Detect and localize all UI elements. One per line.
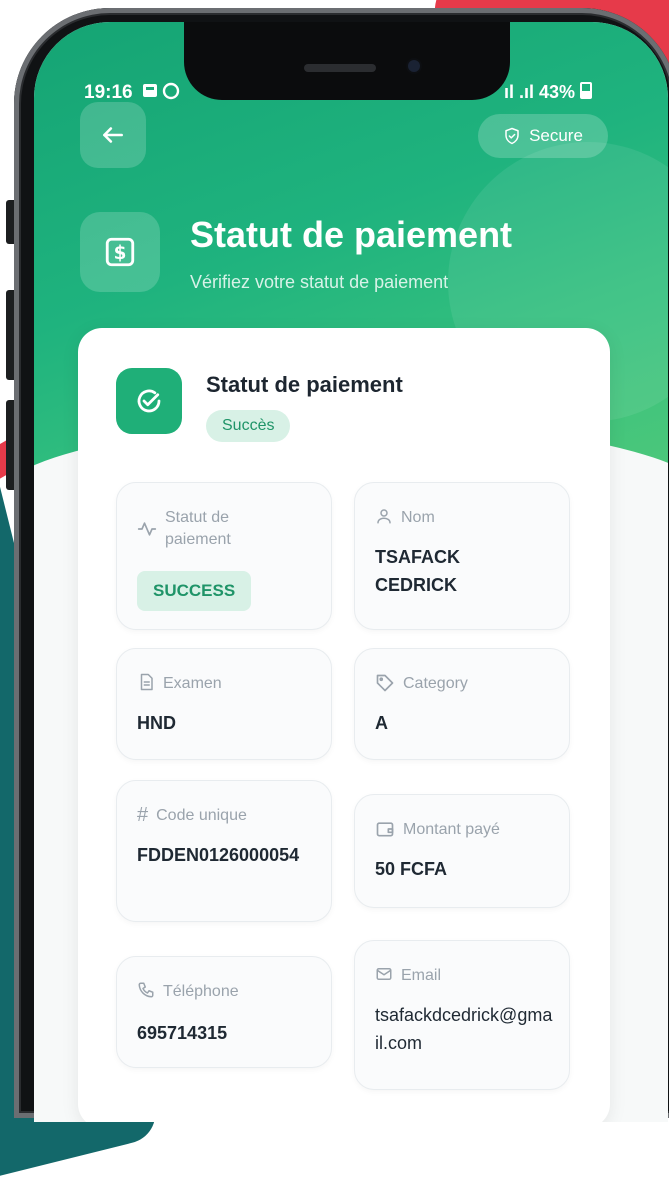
tag-icon (376, 674, 394, 692)
tile-statut-label: Statut de paiement (165, 509, 231, 548)
check-circle-icon (137, 389, 161, 413)
arrow-left-icon (103, 127, 123, 143)
phone-notch (184, 22, 510, 100)
status-right: ıl .ıl 43% (504, 82, 593, 103)
tile-montant-label: Montant payé (403, 821, 500, 838)
battery-icon (580, 82, 593, 99)
tile-telephone-value: 695714315 (137, 1023, 228, 1043)
tile-category-value: A (375, 713, 388, 733)
tile-category: Category A (354, 648, 570, 760)
card-status-icon (116, 368, 182, 434)
secure-badge: Secure (478, 114, 608, 158)
header-icon: $ (80, 212, 160, 292)
phone-speaker (304, 64, 376, 72)
tile-examen: Examen HND (116, 648, 332, 760)
tile-statut: Statut de paiement SUCCESS (116, 482, 332, 630)
tile-statut-header: Statut de paiement (137, 507, 265, 551)
activity-icon (137, 522, 157, 536)
page-subtitle: Vérifiez votre statut de paiement (190, 272, 449, 292)
wallet-icon (376, 822, 394, 837)
secure-label: Secure (529, 126, 583, 145)
tile-email-header: Email (375, 965, 441, 987)
tile-examen-header: Examen (137, 673, 222, 695)
tile-examen-label: Examen (163, 675, 222, 692)
svg-text:$: $ (114, 243, 127, 264)
tile-statut-value: SUCCESS (137, 571, 252, 611)
tile-code-header: # Code unique (137, 805, 247, 827)
tile-email: Email tsafackdcedrick@gmail.com (354, 940, 570, 1090)
mail-icon (376, 968, 392, 980)
receipt-icon: $ (105, 237, 135, 267)
tile-nom: Nom TSAFACK CEDRICK (354, 482, 570, 630)
tile-examen-value: HND (137, 713, 176, 733)
tile-email-value: tsafackdcedrick@gmail.com (375, 1005, 553, 1053)
tile-nom-value: TSAFACK CEDRICK (375, 547, 460, 595)
tile-email-label: Email (401, 967, 442, 984)
tile-statut-value-wrap: SUCCESS (137, 571, 252, 611)
signal-icon: ıl .ıl (504, 82, 535, 102)
shield-icon (505, 127, 519, 145)
phone-camera (408, 60, 420, 72)
tile-telephone-header: Téléphone (137, 981, 239, 1003)
phone-mockup: 19:16 ıl .ıl 43% Secure $ Statut de paie… (0, 0, 669, 1122)
user-icon (377, 509, 391, 524)
tile-category-label: Category (403, 675, 468, 692)
tile-code-value: FDDEN0126000054 (137, 845, 300, 865)
battery-level: 43% (539, 82, 576, 102)
payment-status-card: Statut de paiement Succès Statut de paie… (78, 328, 610, 1122)
tile-code-label: Code unique (156, 807, 247, 824)
back-button[interactable] (80, 102, 146, 168)
card-title: Statut de paiement (206, 372, 403, 397)
tile-montant-value: 50 FCFA (375, 859, 448, 879)
app-screen: 19:16 ıl .ıl 43% Secure $ Statut de paie… (34, 22, 668, 1122)
tile-category-header: Category (375, 673, 468, 695)
page-title: Statut de paiement (190, 214, 513, 255)
tile-montant-header: Montant payé (375, 819, 500, 841)
status-time: 19:16 (84, 82, 133, 103)
tile-montant: Montant payé 50 FCFA (354, 794, 570, 908)
tile-code: # Code unique FDDEN0126000054 (116, 780, 332, 922)
tile-telephone: Téléphone 695714315 (116, 956, 332, 1068)
tile-nom-header: Nom (375, 507, 435, 529)
tile-telephone-label: Téléphone (163, 983, 239, 1000)
phone-icon (138, 982, 154, 998)
status-notification-icons (142, 82, 186, 100)
tile-nom-label: Nom (401, 509, 435, 526)
document-icon (140, 673, 153, 691)
status-badge: Succès (206, 410, 291, 442)
hash-icon: # (137, 804, 149, 826)
